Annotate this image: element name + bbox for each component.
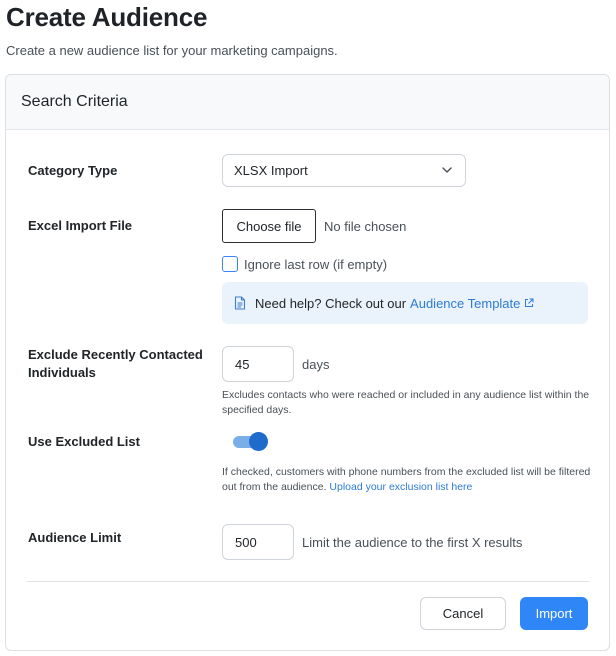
ignore-last-row-label: Ignore last row (if empty) xyxy=(244,256,388,272)
help-text: Need help? Check out our xyxy=(255,295,407,311)
chevron-down-icon xyxy=(442,167,452,173)
ignore-last-row-checkbox[interactable] xyxy=(222,256,238,272)
cancel-button[interactable]: Cancel xyxy=(420,597,506,630)
days-unit: days xyxy=(302,357,330,372)
page-subtitle: Create a new audience list for your mark… xyxy=(6,43,338,58)
document-icon xyxy=(234,296,246,310)
exclude-recent-label: Exclude Recently Contacted Individuals xyxy=(28,347,203,380)
import-button[interactable]: Import xyxy=(520,597,588,630)
excluded-list-hint: If checked, customers with phone numbers… xyxy=(222,466,591,493)
category-type-label: Category Type xyxy=(28,163,118,178)
card-header: Search Criteria xyxy=(6,75,609,130)
excluded-list-toggle[interactable] xyxy=(233,432,268,452)
external-link-icon xyxy=(525,298,534,307)
toggle-thumb xyxy=(249,432,268,451)
upload-exclusion-list-link[interactable]: Upload your exclusion list here xyxy=(329,481,472,493)
category-type-select[interactable]: XLSX Import xyxy=(222,154,466,187)
ignore-last-row-option[interactable]: Ignore last row (if empty) xyxy=(222,256,387,272)
exclude-recent-hint: Excludes contacts who were reached or in… xyxy=(222,389,590,416)
category-type-value: XLSX Import xyxy=(234,163,308,178)
search-criteria-card: Search Criteria Category Type XLSX Impor… xyxy=(5,74,610,651)
choose-file-button[interactable]: Choose file xyxy=(222,209,316,243)
page-title: Create Audience xyxy=(6,2,208,32)
audience-limit-label: Audience Limit xyxy=(28,530,122,545)
help-callout: Need help? Check out our Audience Templa… xyxy=(222,282,588,324)
file-status: No file chosen xyxy=(324,219,407,234)
divider xyxy=(27,581,589,582)
audience-template-link[interactable]: Audience Template xyxy=(410,296,520,311)
audience-limit-input[interactable]: 500 xyxy=(222,524,294,560)
exclude-days-input[interactable]: 45 xyxy=(222,346,294,382)
card-title: Search Criteria xyxy=(21,93,128,110)
audience-limit-hint: Limit the audience to the first X result… xyxy=(302,535,523,550)
use-excluded-list-label: Use Excluded List xyxy=(28,434,140,449)
excel-import-file-label: Excel Import File xyxy=(28,218,133,233)
